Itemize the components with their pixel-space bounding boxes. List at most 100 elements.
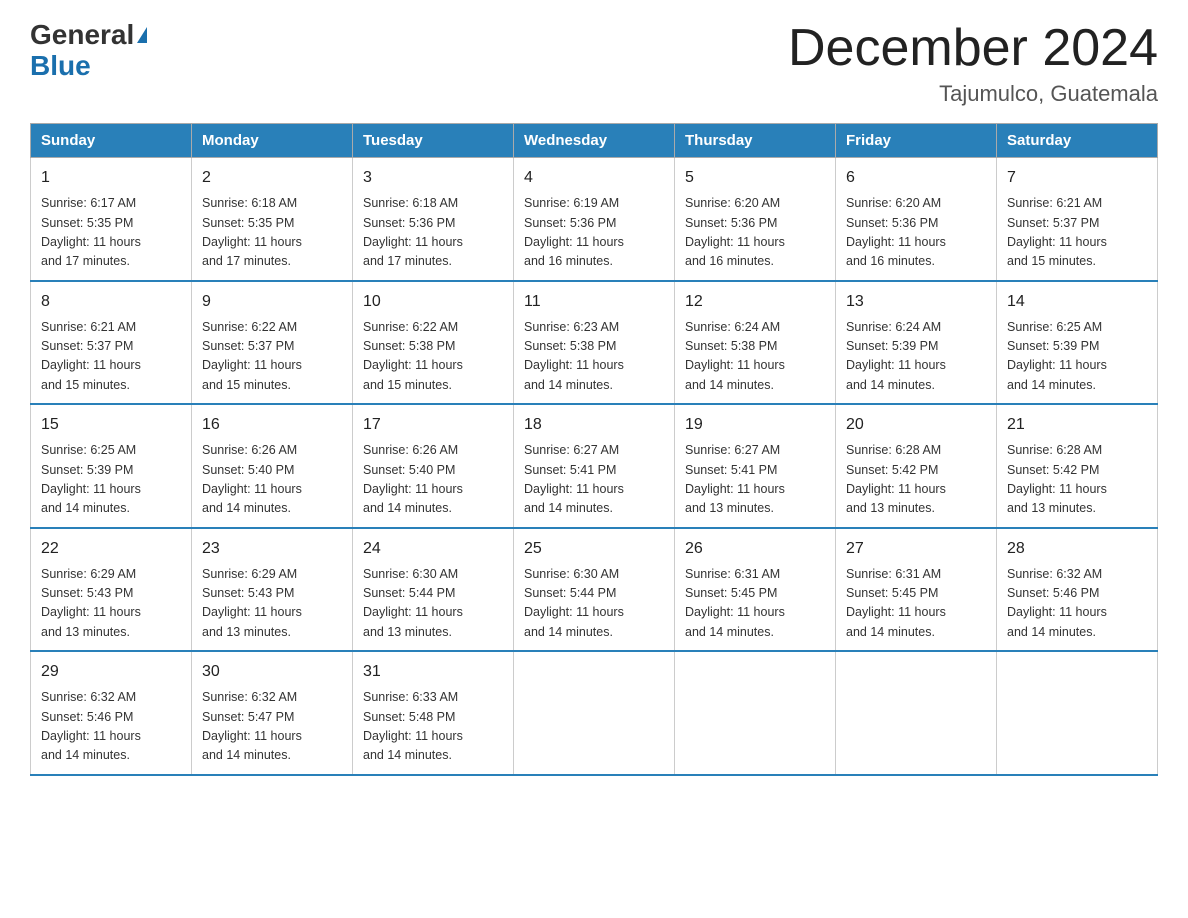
calendar-cell: 16 Sunrise: 6:26 AMSunset: 5:40 PMDayligh…	[192, 404, 353, 528]
day-number: 15	[41, 413, 181, 437]
day-info: Sunrise: 6:27 AMSunset: 5:41 PMDaylight:…	[685, 441, 825, 519]
day-info: Sunrise: 6:22 AMSunset: 5:38 PMDaylight:…	[363, 318, 503, 396]
day-number: 26	[685, 537, 825, 561]
day-info: Sunrise: 6:25 AMSunset: 5:39 PMDaylight:…	[41, 441, 181, 519]
column-header-saturday: Saturday	[997, 124, 1158, 158]
day-info: Sunrise: 6:27 AMSunset: 5:41 PMDaylight:…	[524, 441, 664, 519]
calendar-cell: 19Sunrise: 6:27 AMSunset: 5:41 PMDayligh…	[675, 404, 836, 528]
day-info: Sunrise: 6:18 AMSunset: 5:35 PMDaylight:…	[202, 194, 342, 272]
day-number: 13	[846, 290, 986, 314]
day-info: Sunrise: 6:25 AMSunset: 5:39 PMDaylight:…	[1007, 318, 1147, 396]
column-header-wednesday: Wednesday	[514, 124, 675, 158]
day-number: 8	[41, 290, 181, 314]
day-info: Sunrise: 6:24 AMSunset: 5:39 PMDaylight:…	[846, 318, 986, 396]
week-row-1: 1Sunrise: 6:17 AMSunset: 5:35 PMDaylight…	[31, 158, 1158, 281]
day-number: 21	[1007, 413, 1147, 437]
calendar-cell: 6 Sunrise: 6:20 AMSunset: 5:36 PMDaylight…	[836, 158, 997, 281]
calendar-cell: 5Sunrise: 6:20 AMSunset: 5:36 PMDaylight…	[675, 158, 836, 281]
day-number: 1	[41, 166, 181, 190]
calendar-cell	[514, 651, 675, 775]
calendar-cell: 9Sunrise: 6:22 AMSunset: 5:37 PMDaylight…	[192, 281, 353, 405]
day-number: 28	[1007, 537, 1147, 561]
column-header-sunday: Sunday	[31, 124, 192, 158]
day-number: 12	[685, 290, 825, 314]
page-header: General Blue December 2024 Tajumulco, Gu…	[30, 20, 1158, 107]
day-number: 2	[202, 166, 342, 190]
day-info: Sunrise: 6:30 AMSunset: 5:44 PMDaylight:…	[524, 565, 664, 643]
day-number: 20	[846, 413, 986, 437]
calendar-cell: 11 Sunrise: 6:23 AMSunset: 5:38 PMDayligh…	[514, 281, 675, 405]
calendar-cell: 15 Sunrise: 6:25 AMSunset: 5:39 PMDayligh…	[31, 404, 192, 528]
calendar-cell: 14 Sunrise: 6:25 AMSunset: 5:39 PMDayligh…	[997, 281, 1158, 405]
calendar-cell: 20 Sunrise: 6:28 AMSunset: 5:42 PMDayligh…	[836, 404, 997, 528]
day-info: Sunrise: 6:28 AMSunset: 5:42 PMDaylight:…	[846, 441, 986, 519]
calendar-cell: 12Sunrise: 6:24 AMSunset: 5:38 PMDayligh…	[675, 281, 836, 405]
day-number: 14	[1007, 290, 1147, 314]
calendar-cell: 18 Sunrise: 6:27 AMSunset: 5:41 PMDayligh…	[514, 404, 675, 528]
calendar-cell: 25 Sunrise: 6:30 AMSunset: 5:44 PMDayligh…	[514, 528, 675, 652]
day-number: 22	[41, 537, 181, 561]
day-info: Sunrise: 6:21 AMSunset: 5:37 PMDaylight:…	[41, 318, 181, 396]
calendar-cell: 22Sunrise: 6:29 AMSunset: 5:43 PMDayligh…	[31, 528, 192, 652]
day-info: Sunrise: 6:23 AMSunset: 5:38 PMDaylight:…	[524, 318, 664, 396]
day-number: 11	[524, 290, 664, 314]
column-header-tuesday: Tuesday	[353, 124, 514, 158]
calendar-cell: 7Sunrise: 6:21 AMSunset: 5:37 PMDaylight…	[997, 158, 1158, 281]
week-row-2: 8 Sunrise: 6:21 AMSunset: 5:37 PMDaylight…	[31, 281, 1158, 405]
calendar-cell: 23 Sunrise: 6:29 AMSunset: 5:43 PMDayligh…	[192, 528, 353, 652]
day-number: 29	[41, 660, 181, 684]
calendar-title: December 2024	[788, 20, 1158, 77]
day-number: 31	[363, 660, 503, 684]
calendar-cell: 2 Sunrise: 6:18 AMSunset: 5:35 PMDaylight…	[192, 158, 353, 281]
day-info: Sunrise: 6:26 AMSunset: 5:40 PMDaylight:…	[363, 441, 503, 519]
day-info: Sunrise: 6:20 AMSunset: 5:36 PMDaylight:…	[846, 194, 986, 272]
day-number: 23	[202, 537, 342, 561]
day-info: Sunrise: 6:26 AMSunset: 5:40 PMDaylight:…	[202, 441, 342, 519]
calendar-header-row: SundayMondayTuesdayWednesdayThursdayFrid…	[31, 124, 1158, 158]
calendar-cell	[675, 651, 836, 775]
day-number: 9	[202, 290, 342, 314]
calendar-cell: 3 Sunrise: 6:18 AMSunset: 5:36 PMDaylight…	[353, 158, 514, 281]
calendar-cell: 13 Sunrise: 6:24 AMSunset: 5:39 PMDayligh…	[836, 281, 997, 405]
week-row-4: 22 Sunrise: 6:29 AMSunset: 5:43 PMDayligh…	[31, 528, 1158, 652]
day-info: Sunrise: 6:18 AMSunset: 5:36 PMDaylight:…	[363, 194, 503, 272]
logo-blue: Blue	[30, 51, 91, 82]
calendar-cell: 26 Sunrise: 6:31 AMSunset: 5:45 PMDayligh…	[675, 528, 836, 652]
calendar-subtitle: Tajumulco, Guatemala	[788, 81, 1158, 107]
day-info: Sunrise: 6:31 AMSunset: 5:45 PMDaylight:…	[685, 565, 825, 643]
day-number: 16	[202, 413, 342, 437]
column-header-friday: Friday	[836, 124, 997, 158]
calendar-cell: 10 Sunrise: 6:22 AMSunset: 5:38 PMDayligh…	[353, 281, 514, 405]
day-info: Sunrise: 6:20 AMSunset: 5:36 PMDaylight:…	[685, 194, 825, 272]
calendar-cell: 27 Sunrise: 6:31 AMSunset: 5:45 PMDayligh…	[836, 528, 997, 652]
day-number: 24	[363, 537, 503, 561]
day-info: Sunrise: 6:33 AMSunset: 5:48 PMDaylight:…	[363, 688, 503, 766]
day-number: 17	[363, 413, 503, 437]
calendar-cell: 1Sunrise: 6:17 AMSunset: 5:35 PMDaylight…	[31, 158, 192, 281]
day-number: 6	[846, 166, 986, 190]
day-number: 25	[524, 537, 664, 561]
calendar-cell: 24Sunrise: 6:30 AMSunset: 5:44 PMDayligh…	[353, 528, 514, 652]
calendar-cell: 17 Sunrise: 6:26 AMSunset: 5:40 PMDayligh…	[353, 404, 514, 528]
week-row-3: 15 Sunrise: 6:25 AMSunset: 5:39 PMDayligh…	[31, 404, 1158, 528]
logo: General Blue	[30, 20, 147, 82]
day-info: Sunrise: 6:29 AMSunset: 5:43 PMDaylight:…	[202, 565, 342, 643]
day-number: 4	[524, 166, 664, 190]
day-number: 30	[202, 660, 342, 684]
calendar-cell: 29Sunrise: 6:32 AMSunset: 5:46 PMDayligh…	[31, 651, 192, 775]
day-number: 10	[363, 290, 503, 314]
day-number: 27	[846, 537, 986, 561]
logo-triangle-icon	[137, 27, 147, 43]
calendar-cell: 21Sunrise: 6:28 AMSunset: 5:42 PMDayligh…	[997, 404, 1158, 528]
calendar-cell: 8 Sunrise: 6:21 AMSunset: 5:37 PMDaylight…	[31, 281, 192, 405]
day-info: Sunrise: 6:32 AMSunset: 5:46 PMDaylight:…	[1007, 565, 1147, 643]
day-number: 18	[524, 413, 664, 437]
day-number: 3	[363, 166, 503, 190]
day-info: Sunrise: 6:19 AMSunset: 5:36 PMDaylight:…	[524, 194, 664, 272]
day-info: Sunrise: 6:31 AMSunset: 5:45 PMDaylight:…	[846, 565, 986, 643]
calendar-cell: 30Sunrise: 6:32 AMSunset: 5:47 PMDayligh…	[192, 651, 353, 775]
calendar-cell: 4 Sunrise: 6:19 AMSunset: 5:36 PMDaylight…	[514, 158, 675, 281]
day-info: Sunrise: 6:21 AMSunset: 5:37 PMDaylight:…	[1007, 194, 1147, 272]
title-block: December 2024 Tajumulco, Guatemala	[788, 20, 1158, 107]
column-header-thursday: Thursday	[675, 124, 836, 158]
